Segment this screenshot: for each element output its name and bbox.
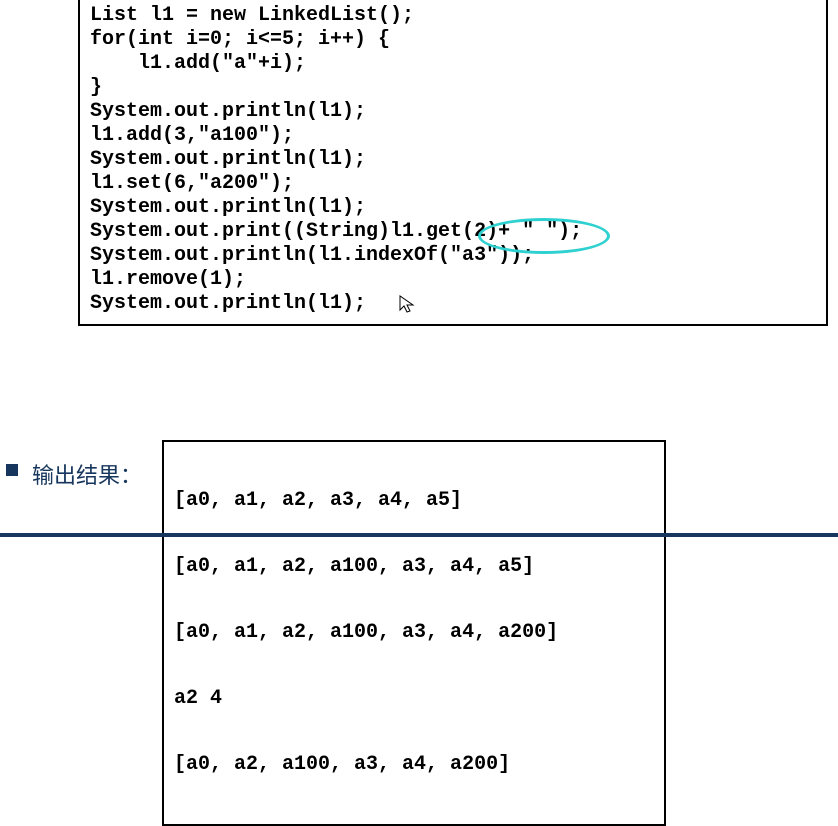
code-line: System.out.println(l1.indexOf("a3"));: [90, 244, 816, 268]
code-line: System.out.println(l1);: [90, 100, 816, 124]
code-line: System.out.println(l1);: [90, 196, 816, 220]
output-row: 输出结果： [a0, a1, a2, a3, a4, a5] [a0, a1, …: [0, 440, 838, 826]
code-line: l1.remove(1);: [90, 268, 816, 292]
output-line: [a0, a1, a2, a3, a4, a5]: [174, 490, 654, 512]
footer-bar: [0, 533, 838, 537]
code-block: List l1 = new LinkedList(); for(int i=0;…: [78, 0, 828, 326]
mouse-cursor-icon: [398, 294, 418, 314]
slide-page: List l1 = new LinkedList(); for(int i=0;…: [0, 0, 838, 537]
bullet-icon: [6, 464, 18, 476]
code-line: for(int i=0; i<=5; i++) {: [90, 28, 816, 52]
code-line: l1.set(6,"a200");: [90, 172, 816, 196]
code-line: System.out.println(l1);: [90, 292, 816, 316]
output-line: a2 4: [174, 688, 654, 710]
output-line: [a0, a1, a2, a100, a3, a4, a5]: [174, 556, 654, 578]
code-line: System.out.println(l1);: [90, 148, 816, 172]
output-line: [a0, a2, a100, a3, a4, a200]: [174, 754, 654, 776]
output-label: 输出结果：: [32, 458, 142, 490]
output-line: [a0, a1, a2, a100, a3, a4, a200]: [174, 622, 654, 644]
code-line: System.out.print((String)l1.get(2)+ " ")…: [90, 220, 816, 244]
code-line: l1.add("a"+i);: [90, 52, 816, 76]
output-block: [a0, a1, a2, a3, a4, a5] [a0, a1, a2, a1…: [162, 440, 666, 826]
code-line: l1.add(3,"a100");: [90, 124, 816, 148]
code-line: }: [90, 76, 816, 100]
code-line: List l1 = new LinkedList();: [90, 4, 816, 28]
